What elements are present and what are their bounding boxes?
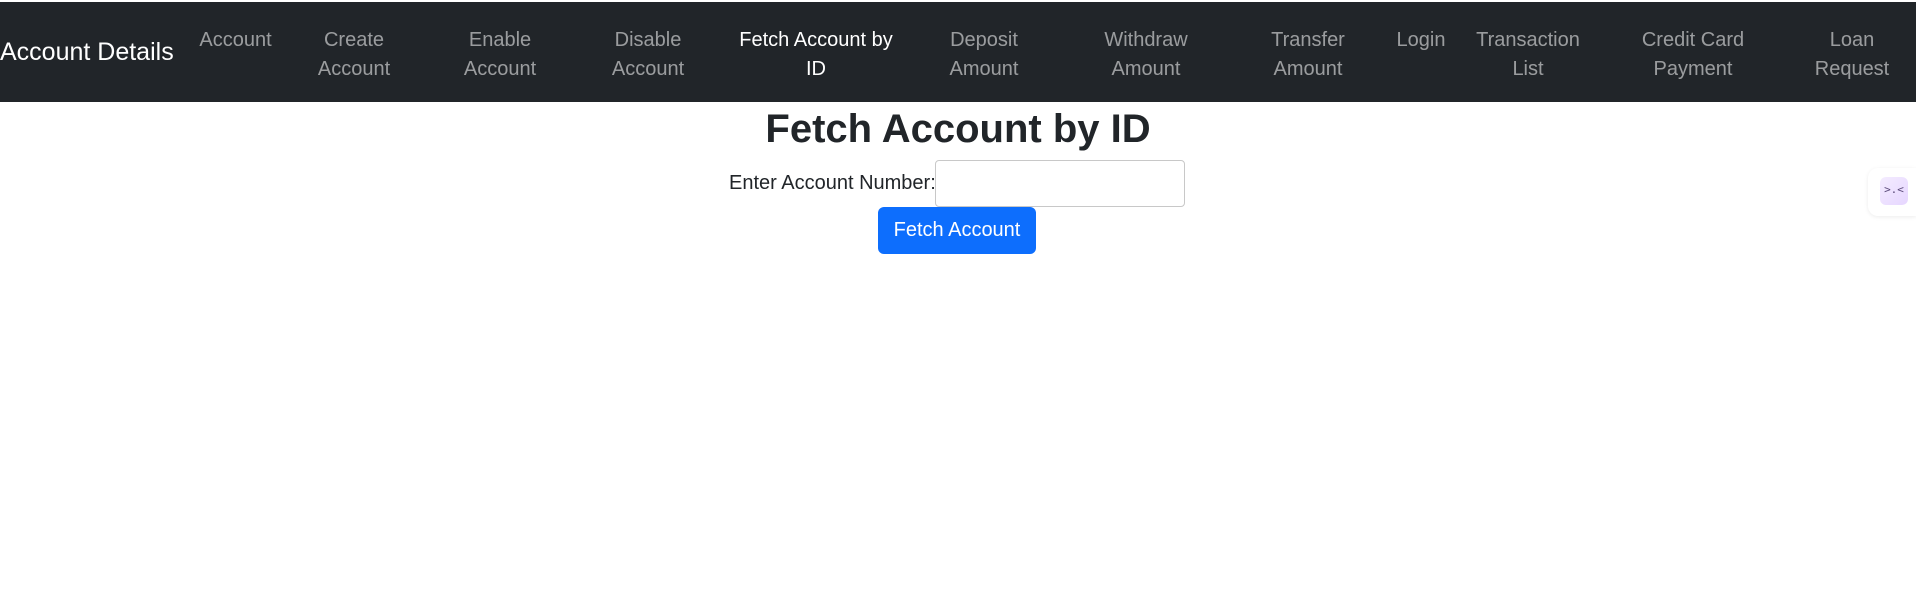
extension-icon[interactable]: >.< xyxy=(1880,177,1908,205)
nav-item-account[interactable]: Account xyxy=(188,26,283,86)
nav-item-fetch-account-by-id[interactable]: Fetch Account by ID xyxy=(730,26,902,86)
fetch-account-button[interactable]: Fetch Account xyxy=(878,207,1036,254)
nav-item-transfer-amount[interactable]: Transfer Amount xyxy=(1254,26,1362,86)
page-title: Fetch Account by ID xyxy=(765,107,1151,151)
account-number-input[interactable] xyxy=(935,160,1185,207)
nav-item-credit-card-payment[interactable]: Credit Card Payment xyxy=(1624,26,1762,86)
nav-item-enable-account[interactable]: Enable Account xyxy=(446,26,554,86)
top-navbar: Account Details Account Create Account E… xyxy=(0,2,1916,102)
nav-item-login[interactable]: Login xyxy=(1386,26,1456,86)
nav-item-deposit-amount[interactable]: Deposit Amount xyxy=(930,26,1038,86)
nav-item-create-account[interactable]: Create Account xyxy=(300,26,408,86)
nav-item-withdraw-amount[interactable]: Withdraw Amount xyxy=(1092,26,1200,86)
account-form-row: Enter Account Number: xyxy=(0,160,1916,208)
account-number-label: Enter Account Number: xyxy=(729,172,936,194)
nav-item-disable-account[interactable]: Disable Account xyxy=(594,26,702,86)
nav-item-transaction-list[interactable]: Transaction List xyxy=(1468,26,1588,86)
nav-item-loan-request[interactable]: Loan Request xyxy=(1804,26,1900,86)
navbar-brand[interactable]: Account Details xyxy=(0,2,174,102)
side-extension-widget[interactable]: >.< xyxy=(1868,168,1916,216)
